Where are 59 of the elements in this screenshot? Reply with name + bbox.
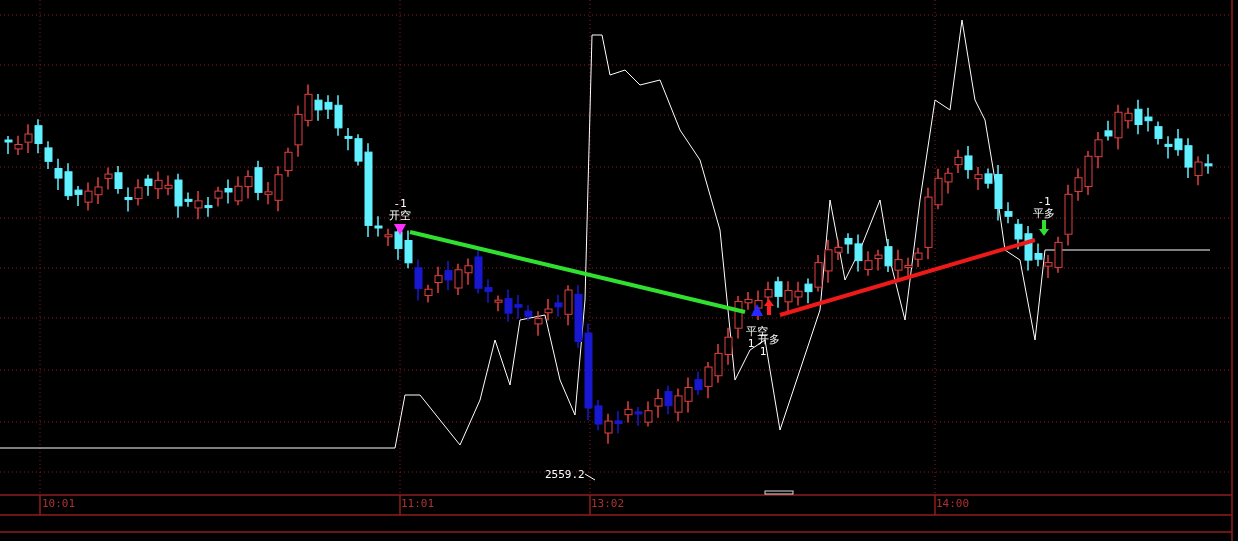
price-label: 2559.2 [545, 469, 585, 481]
candlestick [84, 181, 93, 212]
candlestick [784, 280, 793, 312]
candlestick [664, 385, 673, 415]
signal-label: 平多 [1033, 208, 1055, 220]
candlestick [134, 178, 143, 207]
candlestick [114, 165, 123, 195]
candlestick [454, 263, 463, 296]
candlestick [214, 186, 223, 208]
candlestick [104, 166, 113, 191]
candlestick [124, 186, 133, 213]
time-label: 10:01 [42, 498, 76, 510]
leader-line [584, 473, 596, 481]
candlestick [224, 178, 233, 205]
candlestick [724, 326, 733, 366]
up-arrow-icon [764, 299, 774, 315]
up-triangle-icon [751, 304, 763, 316]
time-label: 11:01 [401, 498, 435, 510]
candlestick [4, 135, 13, 155]
candlestick [54, 157, 63, 191]
candlestick [634, 406, 643, 427]
candlestick [144, 174, 153, 197]
candlestick [404, 229, 413, 269]
candlestick [94, 176, 103, 205]
candlestick [1084, 150, 1093, 196]
candlestick [794, 281, 803, 307]
candlestick [614, 410, 623, 435]
candlestick [1164, 135, 1173, 160]
candlestick [434, 265, 443, 294]
candlestick [544, 298, 553, 322]
candlestick [234, 175, 243, 207]
time-label: 14:00 [936, 498, 970, 510]
signal-count: 1 [759, 346, 767, 358]
time-label: 13:02 [591, 498, 625, 510]
candlestick [154, 170, 163, 200]
signal-label: 开空 [389, 210, 411, 222]
candlestick [644, 400, 653, 428]
candlestick [204, 196, 213, 218]
candlestick [954, 148, 963, 174]
candlestick [654, 388, 663, 419]
signal-count: -1 [1037, 196, 1051, 208]
candlestick [44, 140, 53, 170]
down-triangle-icon [394, 224, 406, 235]
candlestick [604, 413, 613, 445]
candlestick [974, 166, 983, 191]
candlestick [964, 145, 973, 180]
candlestick [244, 169, 253, 200]
signal-count: -1 [393, 198, 407, 210]
candlestick [444, 260, 453, 292]
candlestick [1144, 107, 1153, 133]
signal-count: 1 [747, 338, 755, 350]
scroll-indicator[interactable] [764, 490, 794, 495]
down-arrow-icon [1039, 220, 1049, 236]
candlestick [624, 400, 633, 424]
candlestick [1154, 120, 1163, 146]
candlestick [674, 387, 683, 423]
signal-label: 开多 [758, 334, 780, 346]
candlestick [34, 118, 43, 155]
candlestick [714, 343, 723, 384]
